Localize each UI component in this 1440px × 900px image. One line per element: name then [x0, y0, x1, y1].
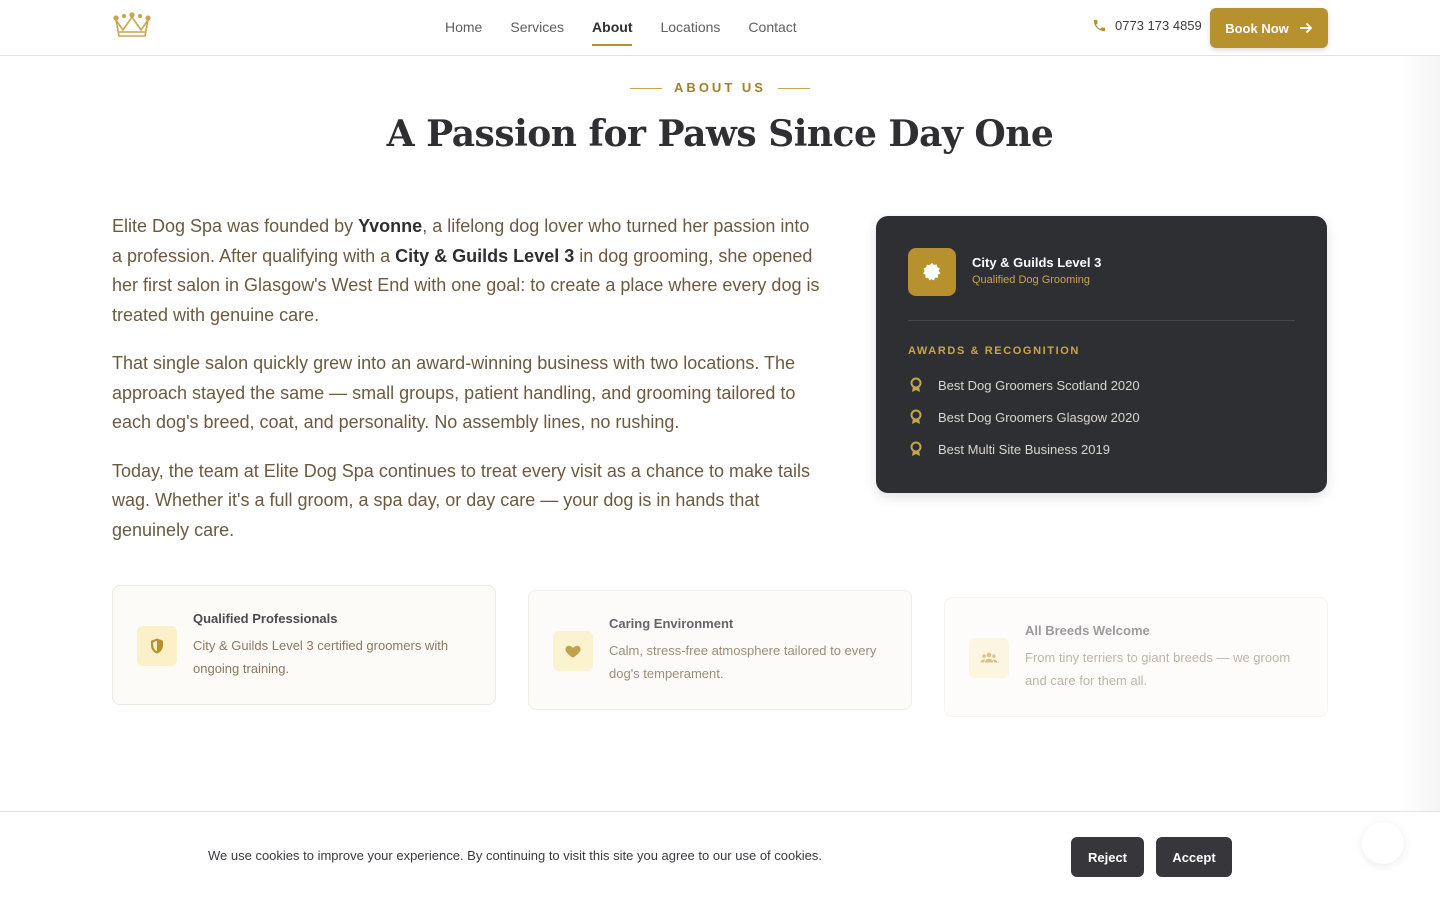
nav-home[interactable]: Home	[445, 0, 482, 56]
feature-description: City & Guilds Level 3 certified groomers…	[193, 638, 449, 676]
cookie-banner: We use cookies to improve your experienc…	[0, 811, 1440, 900]
nav-contact[interactable]: Contact	[748, 0, 796, 56]
awards-heading: AWARDS & RECOGNITION	[908, 345, 1080, 357]
shield-icon	[151, 638, 163, 654]
award-label: Best Dog Groomers Scotland 2020	[938, 377, 1140, 393]
reject-cookies-button[interactable]: Reject	[1071, 837, 1144, 877]
award-ribbon-icon	[910, 441, 922, 456]
feature-icon-box	[137, 626, 177, 666]
founder-name: Yvonne	[358, 216, 423, 236]
certificate-subtitle: Qualified Dog Grooming	[972, 274, 1091, 286]
accept-cookies-button[interactable]: Accept	[1156, 837, 1232, 877]
site-header: Home Services About Locations Contact 07…	[0, 0, 1440, 56]
qualification-name: City & Guilds Level 3	[395, 245, 575, 266]
feature-icon-box	[969, 638, 1009, 678]
heart-icon	[565, 645, 581, 658]
crown-logo-icon[interactable]	[113, 12, 151, 40]
feature-icon-box	[553, 631, 593, 671]
about-paragraph-2: That single salon quickly grew into an a…	[112, 353, 796, 432]
feature-description: From tiny terriers to giant breeds — we …	[1025, 650, 1291, 688]
feature-card-qualified: Qualified Professionals City & Guilds Le…	[112, 585, 496, 705]
about-paragraph-1: Elite Dog Spa was founded by Yvonne, a l…	[112, 212, 822, 330]
certificate-title: City & Guilds Level 3	[972, 255, 1102, 270]
edge-shadow	[1400, 56, 1440, 811]
award-item: Best Dog Groomers Scotland 2020	[908, 377, 1140, 393]
phone-number: 0773 173 4859	[1115, 18, 1202, 33]
card-divider	[908, 320, 1295, 321]
credentials-card: City & Guilds Level 3 Qualified Dog Groo…	[876, 216, 1327, 493]
award-item: Best Multi Site Business 2019	[908, 441, 1110, 457]
eyebrow-line-right	[777, 88, 810, 90]
phone-link[interactable]: 0773 173 4859	[1092, 18, 1202, 33]
main-nav: Home Services About Locations Contact	[445, 0, 797, 56]
feature-description: Calm, stress-free atmosphere tailored to…	[609, 643, 877, 681]
users-icon	[980, 652, 998, 663]
floating-action-button[interactable]	[1362, 822, 1404, 864]
p1-text-a: Elite Dog Spa was founded by	[112, 216, 359, 236]
award-label: Best Multi Site Business 2019	[938, 441, 1110, 457]
certificate-badge	[908, 248, 956, 296]
nav-about[interactable]: About	[592, 0, 633, 56]
nav-locations[interactable]: Locations	[660, 0, 720, 56]
phone-icon	[1093, 19, 1106, 32]
feature-title: All Breeds Welcome	[1025, 623, 1150, 638]
nav-services[interactable]: Services	[510, 0, 564, 56]
certificate-seal-icon	[923, 262, 941, 281]
award-item: Best Dog Groomers Glasgow 2020	[908, 409, 1140, 425]
eyebrow-line-left	[630, 88, 663, 90]
book-now-label: Book Now	[1225, 20, 1289, 36]
feature-card-caring: Caring Environment Calm, stress-free atm…	[528, 590, 912, 710]
cookie-message: We use cookies to improve your experienc…	[208, 848, 822, 863]
book-now-button[interactable]: Book Now	[1210, 8, 1328, 48]
about-paragraph-3: Today, the team at Elite Dog Spa continu…	[112, 460, 811, 540]
section-title: A Passion for Paws Since Day One	[386, 113, 1054, 155]
feature-title: Qualified Professionals	[193, 611, 338, 626]
arrow-right-icon	[1299, 22, 1313, 34]
eyebrow-text: ABOUT US	[674, 80, 766, 95]
about-copy: Elite Dog Spa was founded by Yvonne, a l…	[112, 212, 822, 564]
section-eyebrow: ABOUT US	[0, 80, 1440, 95]
feature-card-breeds: All Breeds Welcome From tiny terriers to…	[944, 597, 1328, 717]
award-label: Best Dog Groomers Glasgow 2020	[938, 409, 1140, 425]
award-ribbon-icon	[910, 377, 922, 392]
feature-title: Caring Environment	[609, 616, 734, 631]
award-ribbon-icon	[910, 409, 922, 424]
